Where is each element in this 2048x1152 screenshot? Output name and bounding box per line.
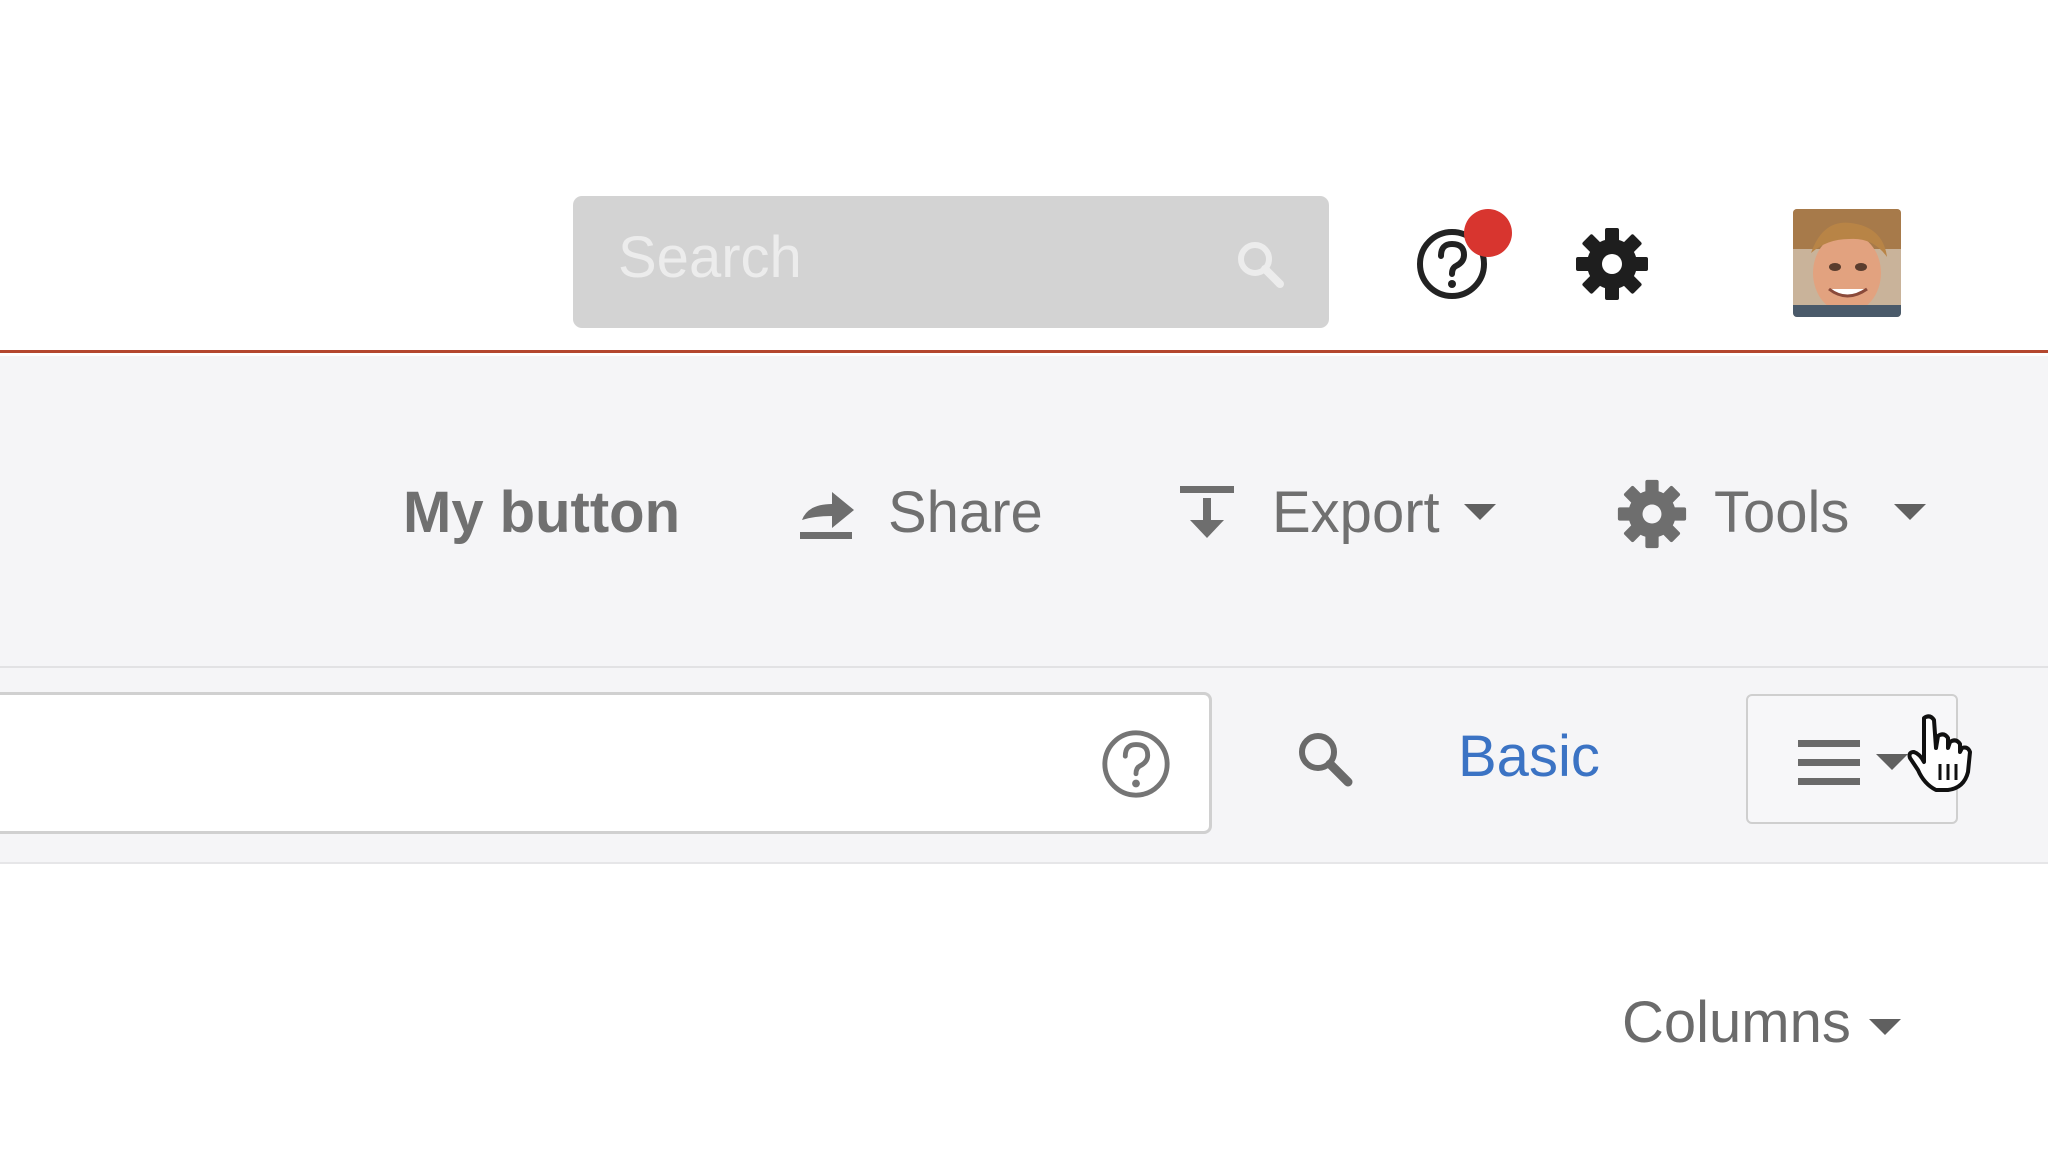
- export-label: Export: [1272, 480, 1440, 545]
- help-icon[interactable]: [1099, 727, 1173, 801]
- action-toolbar: My button Share Export Tools: [0, 356, 2048, 668]
- tools-label: Tools: [1714, 480, 1850, 545]
- share-button[interactable]: Share: [796, 474, 1056, 554]
- columns-dropdown[interactable]: Columns: [1622, 994, 1901, 1052]
- list-menu-button[interactable]: [1746, 694, 1972, 824]
- avatar[interactable]: [1793, 209, 1901, 317]
- notification-badge: [1464, 209, 1512, 257]
- results-area: Columns: [0, 866, 2048, 1152]
- query-input[interactable]: [0, 692, 1212, 834]
- tools-button[interactable]: Tools: [1616, 474, 1946, 554]
- global-search-box[interactable]: Search: [573, 196, 1329, 328]
- hamburger-menu-icon: [1798, 740, 1860, 785]
- download-icon: [1180, 486, 1234, 538]
- gear-icon[interactable]: [1574, 226, 1650, 302]
- chevron-down-icon: [1876, 754, 1908, 770]
- share-label: Share: [888, 480, 1043, 545]
- search-icon[interactable]: [1234, 238, 1286, 290]
- my-button[interactable]: My button: [403, 484, 680, 542]
- avatar-image: [1793, 209, 1901, 317]
- global-search-input[interactable]: Search: [618, 224, 802, 291]
- chevron-down-icon: [1868, 1018, 1901, 1035]
- columns-label: Columns: [1622, 990, 1851, 1055]
- top-header: Search: [0, 0, 2048, 353]
- basic-mode-link[interactable]: Basic: [1458, 728, 1600, 786]
- chevron-down-icon: [1894, 504, 1926, 520]
- query-bar: Basic: [0, 668, 2048, 864]
- chevron-down-icon: [1464, 504, 1496, 520]
- gear-icon: [1617, 479, 1687, 549]
- share-icon: [800, 492, 854, 539]
- hand-cursor-icon: [1907, 714, 1972, 792]
- export-button[interactable]: Export: [1176, 474, 1506, 554]
- search-icon[interactable]: [1294, 728, 1356, 790]
